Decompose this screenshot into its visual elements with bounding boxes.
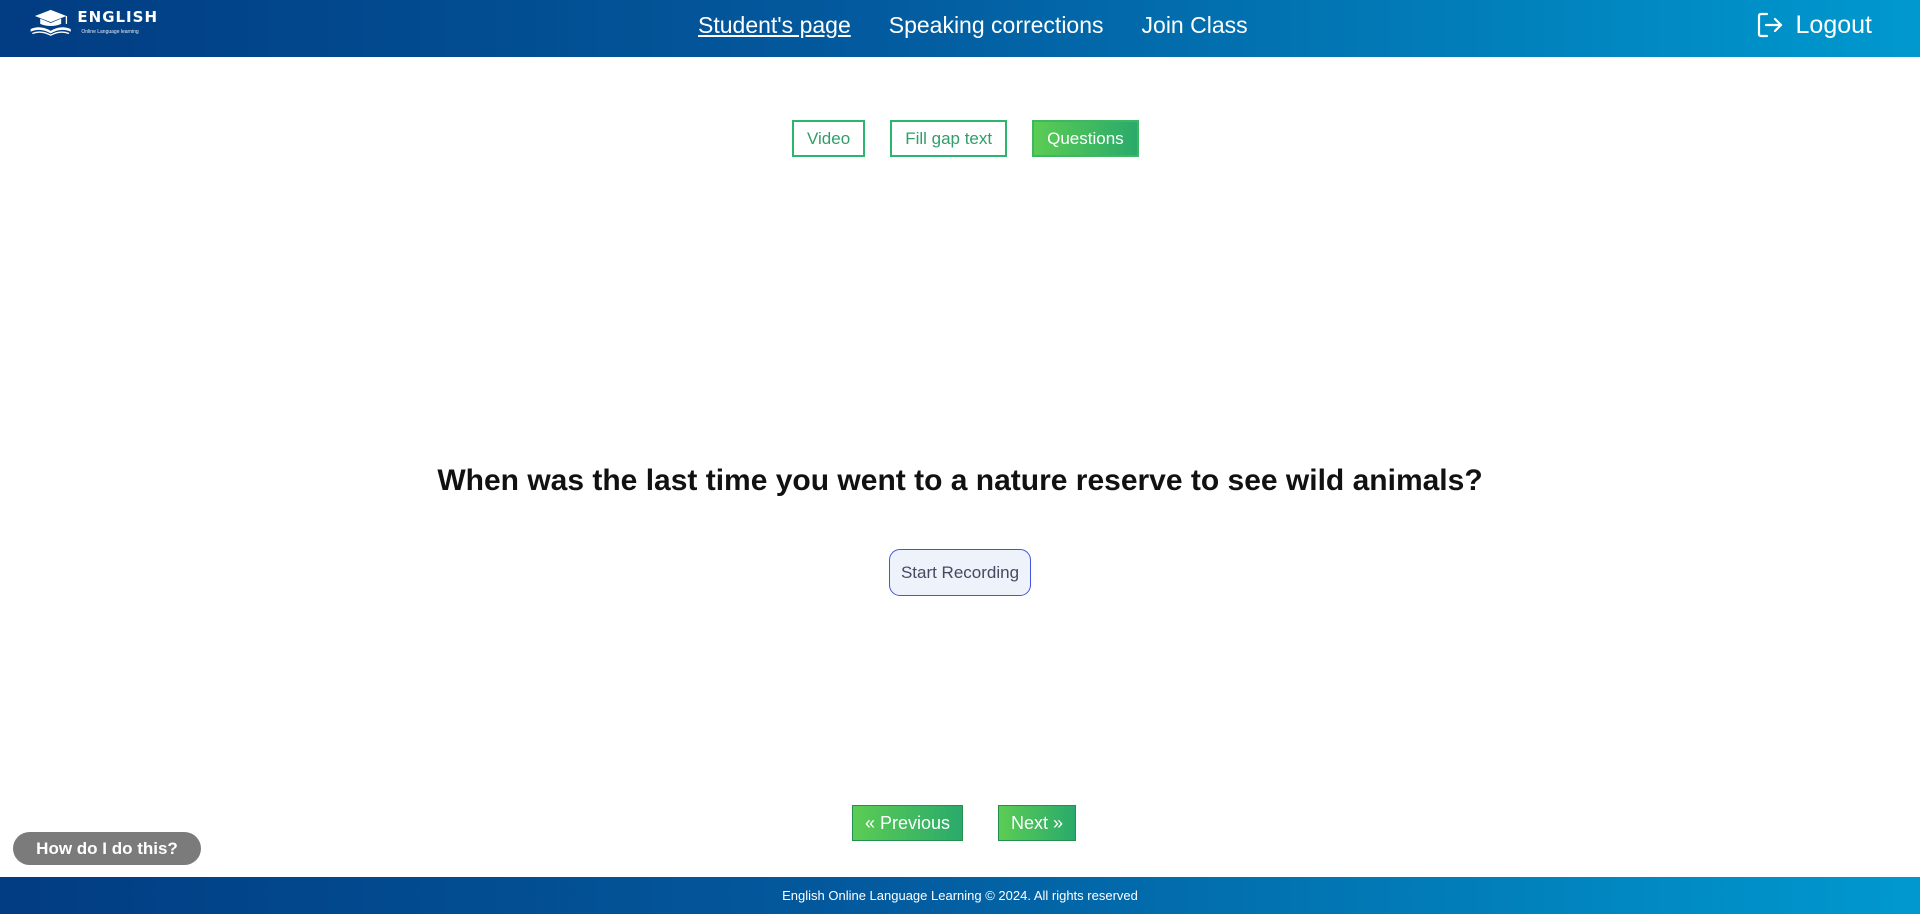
tab-fill-gap-text[interactable]: Fill gap text xyxy=(890,120,1008,157)
next-button[interactable]: Next » xyxy=(998,805,1077,841)
logout-button[interactable]: Logout xyxy=(1756,11,1872,39)
question-text: When was the last time you went to a nat… xyxy=(437,464,1483,497)
footer-copyright: English Online Language Learning © 2024.… xyxy=(782,888,1138,903)
brand-text: ENGLISH Online Language learning xyxy=(77,8,158,36)
nav-join-class[interactable]: Join Class xyxy=(1142,12,1248,38)
exercise-tabs: Video Fill gap text Questions xyxy=(792,120,1139,157)
nav-speaking-corrections[interactable]: Speaking corrections xyxy=(889,12,1104,38)
footer: English Online Language Learning © 2024.… xyxy=(0,877,1920,914)
help-button[interactable]: How do I do this? xyxy=(13,832,201,865)
start-recording-button[interactable]: Start Recording xyxy=(889,549,1031,596)
main-nav: Student's page Speaking corrections Join… xyxy=(698,12,1248,38)
brand-title: ENGLISH xyxy=(77,8,158,26)
graduation-cap-book-icon xyxy=(30,9,71,36)
tab-video[interactable]: Video xyxy=(792,120,866,157)
nav-students-page[interactable]: Student's page xyxy=(698,12,851,38)
logout-label: Logout xyxy=(1795,11,1872,39)
question-pager: « Previous Next » xyxy=(852,805,1077,841)
previous-button[interactable]: « Previous xyxy=(852,805,964,841)
top-navbar: ENGLISH Online Language learning Student… xyxy=(0,0,1920,57)
brand-subtitle: Online Language learning xyxy=(81,29,139,35)
logout-icon xyxy=(1757,12,1782,38)
brand-logo[interactable]: ENGLISH Online Language learning xyxy=(28,6,158,40)
tab-questions[interactable]: Questions xyxy=(1032,120,1139,157)
